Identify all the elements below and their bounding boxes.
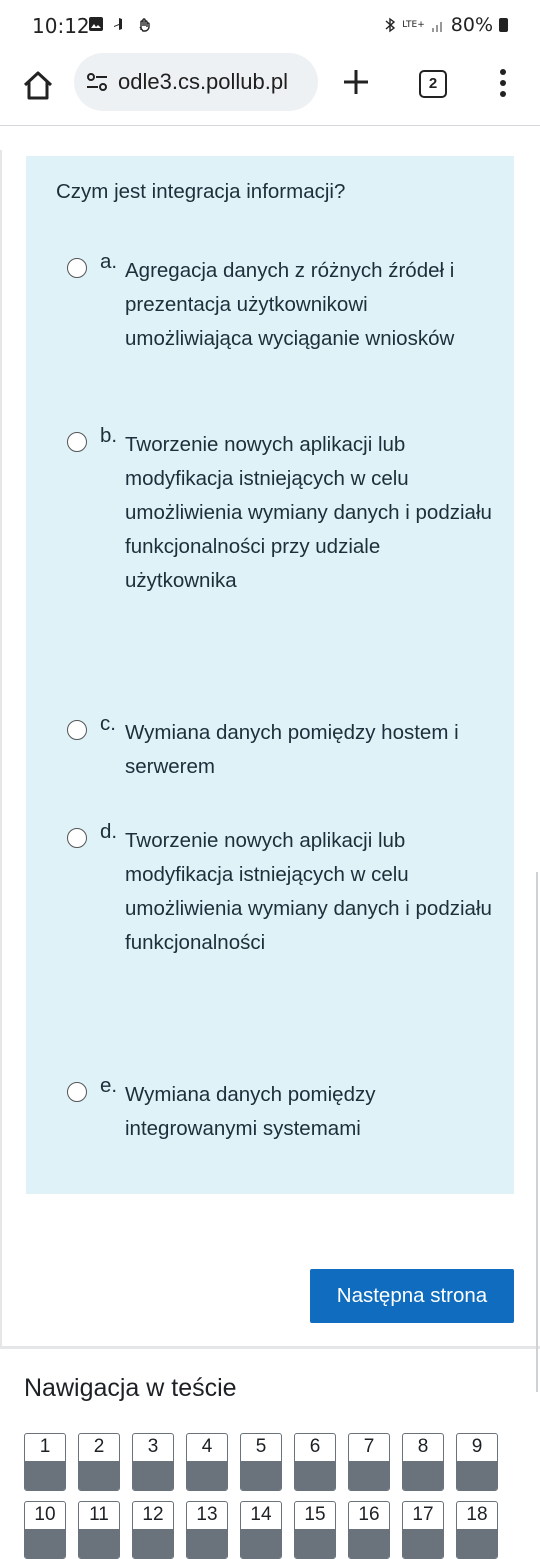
- quiz-nav-question-button[interactable]: 14: [240, 1501, 282, 1559]
- question-status-fill: [403, 1461, 443, 1490]
- question-number: 2: [93, 1436, 105, 1457]
- scrollbar[interactable]: [536, 872, 538, 1392]
- gesture-icon: [139, 18, 150, 32]
- question-status-fill: [133, 1529, 173, 1558]
- battery-percent: 80%: [450, 14, 493, 36]
- question-status-fill: [79, 1461, 119, 1490]
- answer-text[interactable]: Tworzenie nowych aplikacji lub modyfikac…: [125, 428, 493, 598]
- site-settings-icon[interactable]: [86, 72, 108, 92]
- question-number: 8: [417, 1436, 429, 1457]
- answer-letter: e.: [100, 1074, 118, 1097]
- quiz-nav-question-button[interactable]: 10: [24, 1501, 66, 1559]
- question-number: 6: [309, 1436, 321, 1457]
- question-number: 16: [358, 1504, 380, 1525]
- quiz-nav-question-button[interactable]: 9: [456, 1433, 498, 1491]
- browser-toolbar: odle3.cs.pollub.pl 2: [0, 52, 540, 124]
- new-tab-icon[interactable]: [340, 66, 372, 98]
- quiz-nav-question-button[interactable]: 8: [402, 1433, 444, 1491]
- question-number: 11: [89, 1504, 109, 1525]
- question-status-fill: [133, 1461, 173, 1490]
- answer-letter: d.: [100, 820, 118, 843]
- answer-letter: a.: [100, 250, 118, 273]
- question-text: Czym jest integracja informacji?: [56, 180, 346, 203]
- status-time: 10:12: [32, 14, 90, 38]
- question-status-fill: [457, 1461, 497, 1490]
- question-number: 7: [363, 1436, 375, 1457]
- battery-icon: [499, 18, 508, 32]
- question-number: 14: [250, 1504, 272, 1525]
- quiz-navigation-title: Nawigacja w teście: [24, 1374, 237, 1402]
- quiz-nav-question-button[interactable]: 17: [402, 1501, 444, 1559]
- quiz-nav-question-button[interactable]: 4: [186, 1433, 228, 1491]
- question-status-fill: [25, 1529, 65, 1558]
- question-panel: Czym jest integracja informacji? a. Agre…: [26, 156, 514, 1194]
- question-status-fill: [241, 1461, 281, 1490]
- image-notification-icon: [89, 17, 103, 31]
- question-number: 10: [34, 1504, 56, 1525]
- quiz-nav-question-button[interactable]: 2: [78, 1433, 120, 1491]
- question-number: 17: [412, 1504, 434, 1525]
- content-frame-bottom: [0, 1346, 540, 1349]
- toolbar-divider: [0, 125, 540, 126]
- question-number: 12: [142, 1504, 164, 1525]
- answer-letter: b.: [100, 424, 118, 447]
- answer-text[interactable]: Tworzenie nowych aplikacji lub modyfikac…: [125, 824, 493, 960]
- question-status-fill: [295, 1529, 335, 1558]
- question-status-fill: [187, 1461, 227, 1490]
- question-number: 18: [466, 1504, 488, 1525]
- playstation-icon: [114, 18, 122, 30]
- quiz-nav-question-button[interactable]: 1: [24, 1433, 66, 1491]
- home-icon[interactable]: [20, 68, 56, 104]
- question-number: 1: [39, 1436, 51, 1457]
- quiz-nav-question-button[interactable]: 12: [132, 1501, 174, 1559]
- question-number: 5: [255, 1436, 267, 1457]
- answer-text[interactable]: Wymiana danych pomiędzy hostem i serwere…: [125, 716, 493, 784]
- quiz-nav-question-button[interactable]: 7: [348, 1433, 390, 1491]
- question-status-fill: [25, 1461, 65, 1490]
- network-type: LTE+: [402, 19, 425, 30]
- address-bar[interactable]: odle3.cs.pollub.pl: [74, 53, 318, 111]
- quiz-nav-question-button[interactable]: 16: [348, 1501, 390, 1559]
- quiz-nav-question-button[interactable]: 15: [294, 1501, 336, 1559]
- answer-text[interactable]: Agregacja danych z różnych źródeł i prez…: [125, 254, 493, 356]
- question-number: 3: [147, 1436, 159, 1457]
- question-status-fill: [79, 1529, 119, 1558]
- quiz-nav-question-button[interactable]: 3: [132, 1433, 174, 1491]
- question-status-fill: [295, 1461, 335, 1490]
- more-menu-icon[interactable]: [496, 68, 510, 98]
- answer-text[interactable]: Wymiana danych pomiędzy integrowanymi sy…: [125, 1078, 493, 1146]
- url-text[interactable]: odle3.cs.pollub.pl: [118, 69, 314, 95]
- question-number: 15: [304, 1504, 326, 1525]
- notification-icons: [88, 16, 152, 32]
- question-number: 9: [471, 1436, 483, 1457]
- radio-button[interactable]: [67, 258, 87, 278]
- status-right: LTE+ 80%: [384, 14, 508, 36]
- quiz-nav-question-button[interactable]: 18: [456, 1501, 498, 1559]
- question-number: 13: [196, 1504, 218, 1525]
- quiz-nav-question-button[interactable]: 13: [186, 1501, 228, 1559]
- question-status-fill: [349, 1529, 389, 1558]
- question-status-fill: [241, 1529, 281, 1558]
- question-number: 4: [201, 1436, 213, 1457]
- radio-button[interactable]: [67, 1082, 87, 1102]
- question-status-fill: [187, 1529, 227, 1558]
- question-status-fill: [403, 1529, 443, 1558]
- question-status-fill: [349, 1461, 389, 1490]
- radio-button[interactable]: [67, 828, 87, 848]
- quiz-nav-question-button[interactable]: 11: [78, 1501, 120, 1559]
- radio-button[interactable]: [67, 720, 87, 740]
- question-status-fill: [457, 1529, 497, 1558]
- radio-button[interactable]: [67, 432, 87, 452]
- content-frame-left: [0, 150, 2, 1346]
- status-bar: 10:12 LTE+ 80%: [0, 0, 540, 52]
- answer-letter: c.: [100, 712, 116, 735]
- quiz-nav-question-button[interactable]: 5: [240, 1433, 282, 1491]
- tab-switcher-button[interactable]: 2: [419, 70, 447, 98]
- quiz-nav-question-button[interactable]: 6: [294, 1433, 336, 1491]
- signal-icon: [431, 22, 442, 32]
- next-page-button[interactable]: Następna strona: [310, 1269, 514, 1323]
- bluetooth-icon: [385, 17, 396, 33]
